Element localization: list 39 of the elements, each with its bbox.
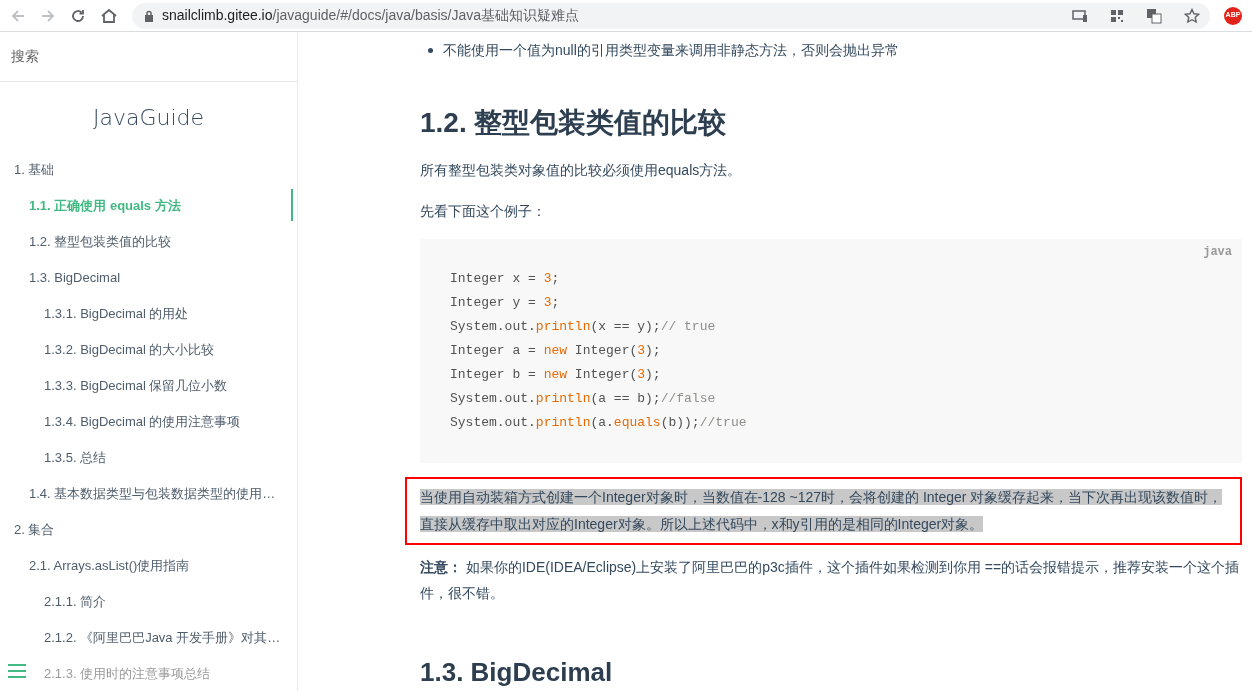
site-title[interactable]: JavaGuide <box>92 100 205 134</box>
code-line: Integer y = 3; <box>450 294 560 312</box>
nav-link[interactable]: 1. 基础 <box>14 160 55 180</box>
nav-link[interactable]: 2.1. Arrays.asList()使用指南 <box>29 556 190 576</box>
nav-link[interactable]: 1.3.5. 总结 <box>44 448 107 468</box>
note-paragraph: 注意： 如果你的IDE(IDEA/Eclipse)上安装了阿里巴巴的p3c插件，这个插件如果检测到你用 ==的话会报错提示，推荐安装一个这个插件，很不错。 <box>420 558 1241 603</box>
section-heading: 1.3. BigDecimal <box>420 656 614 689</box>
nav-link[interactable]: 1.3.1. BigDecimal 的用处 <box>44 304 189 324</box>
code-line: Integer b = new Integer(3); <box>450 366 661 384</box>
nav-link[interactable]: 1.3.3. BigDecimal 保留几位小数 <box>44 376 228 396</box>
nav-link[interactable]: 1.3. BigDecimal <box>29 268 121 288</box>
nav-link[interactable]: 1.3.2. BigDecimal 的大小比较 <box>44 340 215 360</box>
star-icon[interactable] <box>1184 7 1200 24</box>
selected-paragraph: 当使用自动装箱方式创建一个Integer对象时，当数值在-128 ~127时，会将创建的 Integer 对象缓存起来，当下次再出现该数值时，直接从缓存中取出对应的Integer对象。所以上述代码中，x和y引用的是相同的Integer对象。 <box>420 488 1224 534</box>
reload-icon[interactable] <box>70 7 86 24</box>
url-text: snailclimb.gitee.io/javaguide/#/docs/java/basis/Java基础知识疑难点 <box>162 6 580 25</box>
code-line: System.out.println(x == y);// true <box>450 318 716 336</box>
code-line: System.out.println(a.equals(b));//true <box>450 414 747 432</box>
cast-icon[interactable] <box>1072 8 1088 23</box>
code-line: Integer x = 3; <box>450 270 560 288</box>
paragraph: 所有整型包装类对象值的比较必须使用equals方法。 <box>420 161 743 180</box>
translate-icon[interactable] <box>1146 7 1162 24</box>
nav-link[interactable]: 2. 集合 <box>14 520 55 540</box>
bullet-text: 不能使用一个值为null的引用类型变量来调用非静态方法，否则会抛出异常 <box>443 40 899 60</box>
nav-link[interactable]: 1.2. 整型包装类值的比较 <box>29 232 172 252</box>
paragraph: 先看下面这个例子： <box>420 202 547 221</box>
nav-link[interactable]: 2.1.1. 简介 <box>44 592 107 612</box>
section-heading: 1.2. 整型包装类值的比较 <box>420 106 728 140</box>
code-line: Integer a = new Integer(3); <box>450 342 661 360</box>
qr-code-icon[interactable] <box>1110 8 1124 23</box>
lock-icon <box>144 9 154 22</box>
code-language: java <box>1203 244 1232 261</box>
code-line: System.out.println(a == b);//false <box>450 390 716 408</box>
address-bar[interactable]: snailclimb.gitee.io/javaguide/#/docs/java/basis/Java基础知识疑难点 <box>132 2 1210 29</box>
nav-link[interactable]: 1.3.4. BigDecimal 的使用注意事项 <box>44 412 241 432</box>
home-icon[interactable] <box>100 7 118 24</box>
nav-link[interactable]: 1.4. 基本数据类型与包装数据类型的使用… <box>29 484 276 504</box>
nav-link[interactable]: 2.1.2. 《阿里巴巴Java 开发手册》对其… <box>44 628 281 648</box>
search-field[interactable]: 搜索 <box>11 46 39 67</box>
